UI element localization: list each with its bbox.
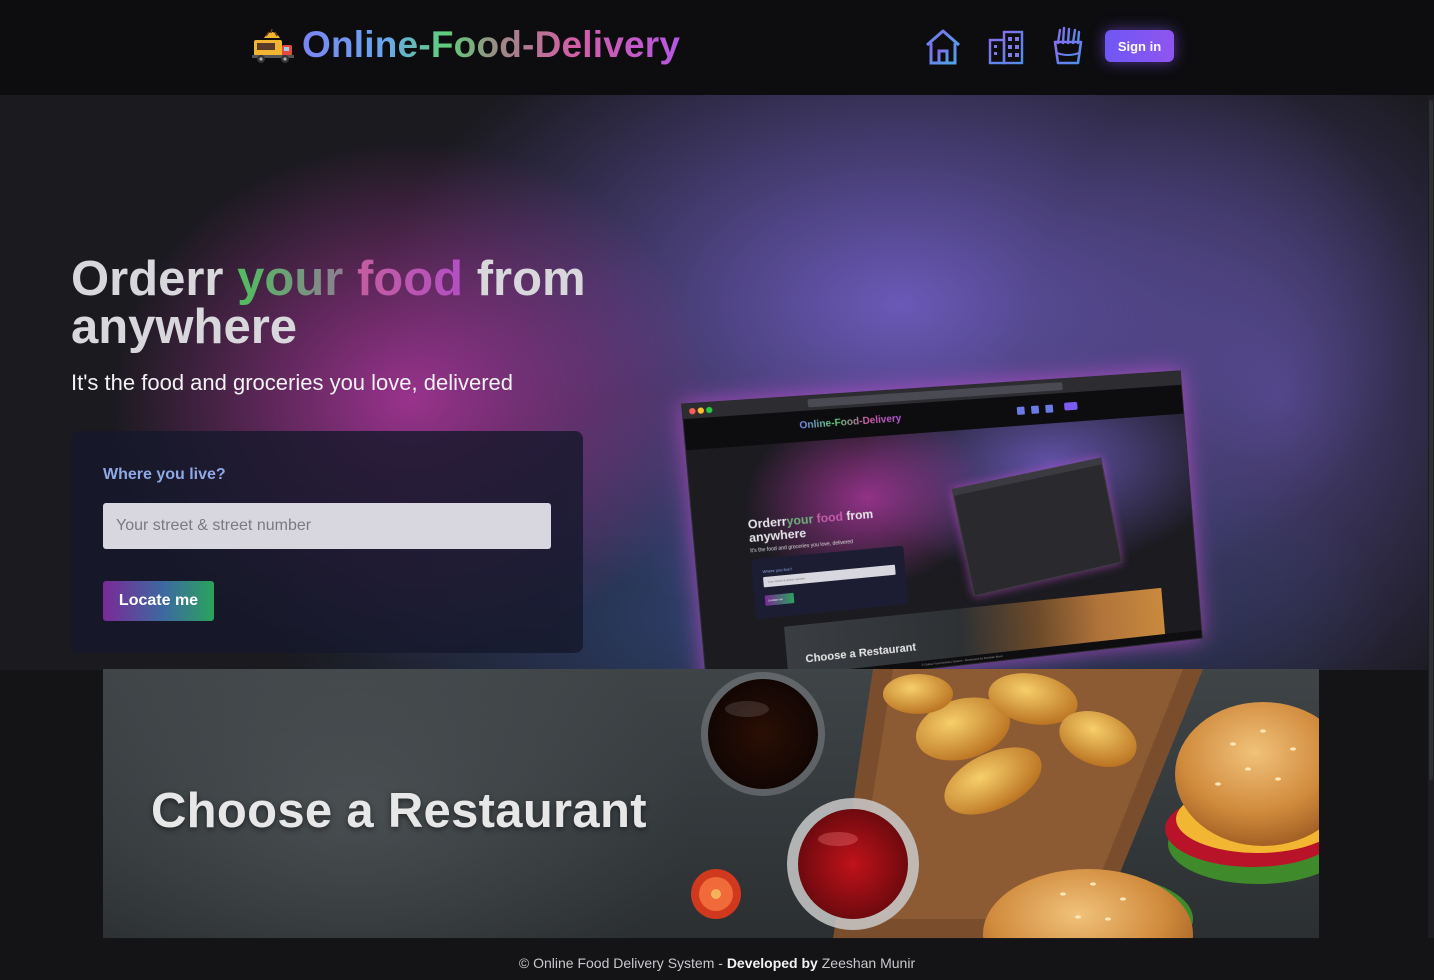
sign-in-button[interactable]: Sign in xyxy=(1105,30,1174,62)
brand-name: Online-Food-Delivery xyxy=(302,24,681,65)
locate-me-button[interactable]: Locate me xyxy=(103,581,214,621)
preview-buildings-icon xyxy=(1030,405,1040,414)
hero-subtitle: It's the food and groceries you love, de… xyxy=(71,370,514,395)
footer-copyright: © Online Food Delivery System - xyxy=(518,955,727,971)
preview-locate-label: Where you live? xyxy=(762,566,793,575)
footer-author: Zeeshan Munir xyxy=(817,955,916,971)
preview-hero: Orderryour food from anywhere It's the fo… xyxy=(686,413,1203,695)
preview-banner-title: Choose a Restaurant xyxy=(805,641,917,666)
buildings-icon[interactable] xyxy=(986,26,1026,66)
restaurant-banner[interactable]: Choose a Restaurant xyxy=(103,669,1319,939)
hero-title: Orderr your food from anywhere xyxy=(71,252,591,354)
hero-title-order: Orderr xyxy=(71,252,224,306)
hero-title-from: from xyxy=(476,252,586,306)
brand[interactable]: Online-Food-Delivery xyxy=(250,24,680,66)
footer: © Online Food Delivery System - Develope… xyxy=(0,938,1434,980)
preview-title-from: from xyxy=(845,506,874,524)
preview-locate-button: Locate me xyxy=(764,592,795,606)
preview-title-food: food xyxy=(815,509,844,526)
scrollbar-thumb[interactable] xyxy=(1429,100,1433,780)
preview-dot-yellow xyxy=(697,407,705,414)
preview-dot-green xyxy=(705,406,713,414)
food-truck-icon xyxy=(252,28,294,63)
preview-title: Orderryour food from anywhere xyxy=(747,506,875,545)
footer-developed-by: Developed by xyxy=(726,955,818,971)
fries-icon[interactable] xyxy=(1048,26,1088,66)
preview-sign-in xyxy=(1063,401,1078,411)
locate-card: Where you live? Locate me xyxy=(71,431,583,653)
preview-fries-icon xyxy=(1045,404,1054,413)
hero-title-your: your xyxy=(237,252,344,306)
preview-home-icon xyxy=(1016,406,1025,415)
home-icon[interactable] xyxy=(923,26,963,66)
preview-locate-card: Where you live? Your street & street num… xyxy=(750,545,909,620)
preview-nested-window xyxy=(951,457,1123,597)
restaurant-banner-title: Choose a Restaurant xyxy=(151,784,647,838)
site-preview-image: Online-Food-Delivery Orderryour food fro… xyxy=(681,370,1203,695)
locate-label: Where you live? xyxy=(103,466,226,483)
preview-dot-red xyxy=(688,407,696,415)
preview-brand: Online-Food-Delivery xyxy=(799,413,902,432)
hero-section: Orderr your food from anywhere It's the f… xyxy=(0,95,1428,695)
food-photo-image xyxy=(691,669,1319,939)
address-input[interactable] xyxy=(103,503,551,549)
hero-title-anywhere: anywhere xyxy=(71,300,298,354)
preview-locate-placeholder: Your street & street number xyxy=(767,576,806,584)
navbar: Online-Food-Delivery Sign in xyxy=(0,0,1434,95)
hero-title-food: food xyxy=(356,252,464,306)
preview-locate-button-label: Locate me xyxy=(768,596,783,603)
